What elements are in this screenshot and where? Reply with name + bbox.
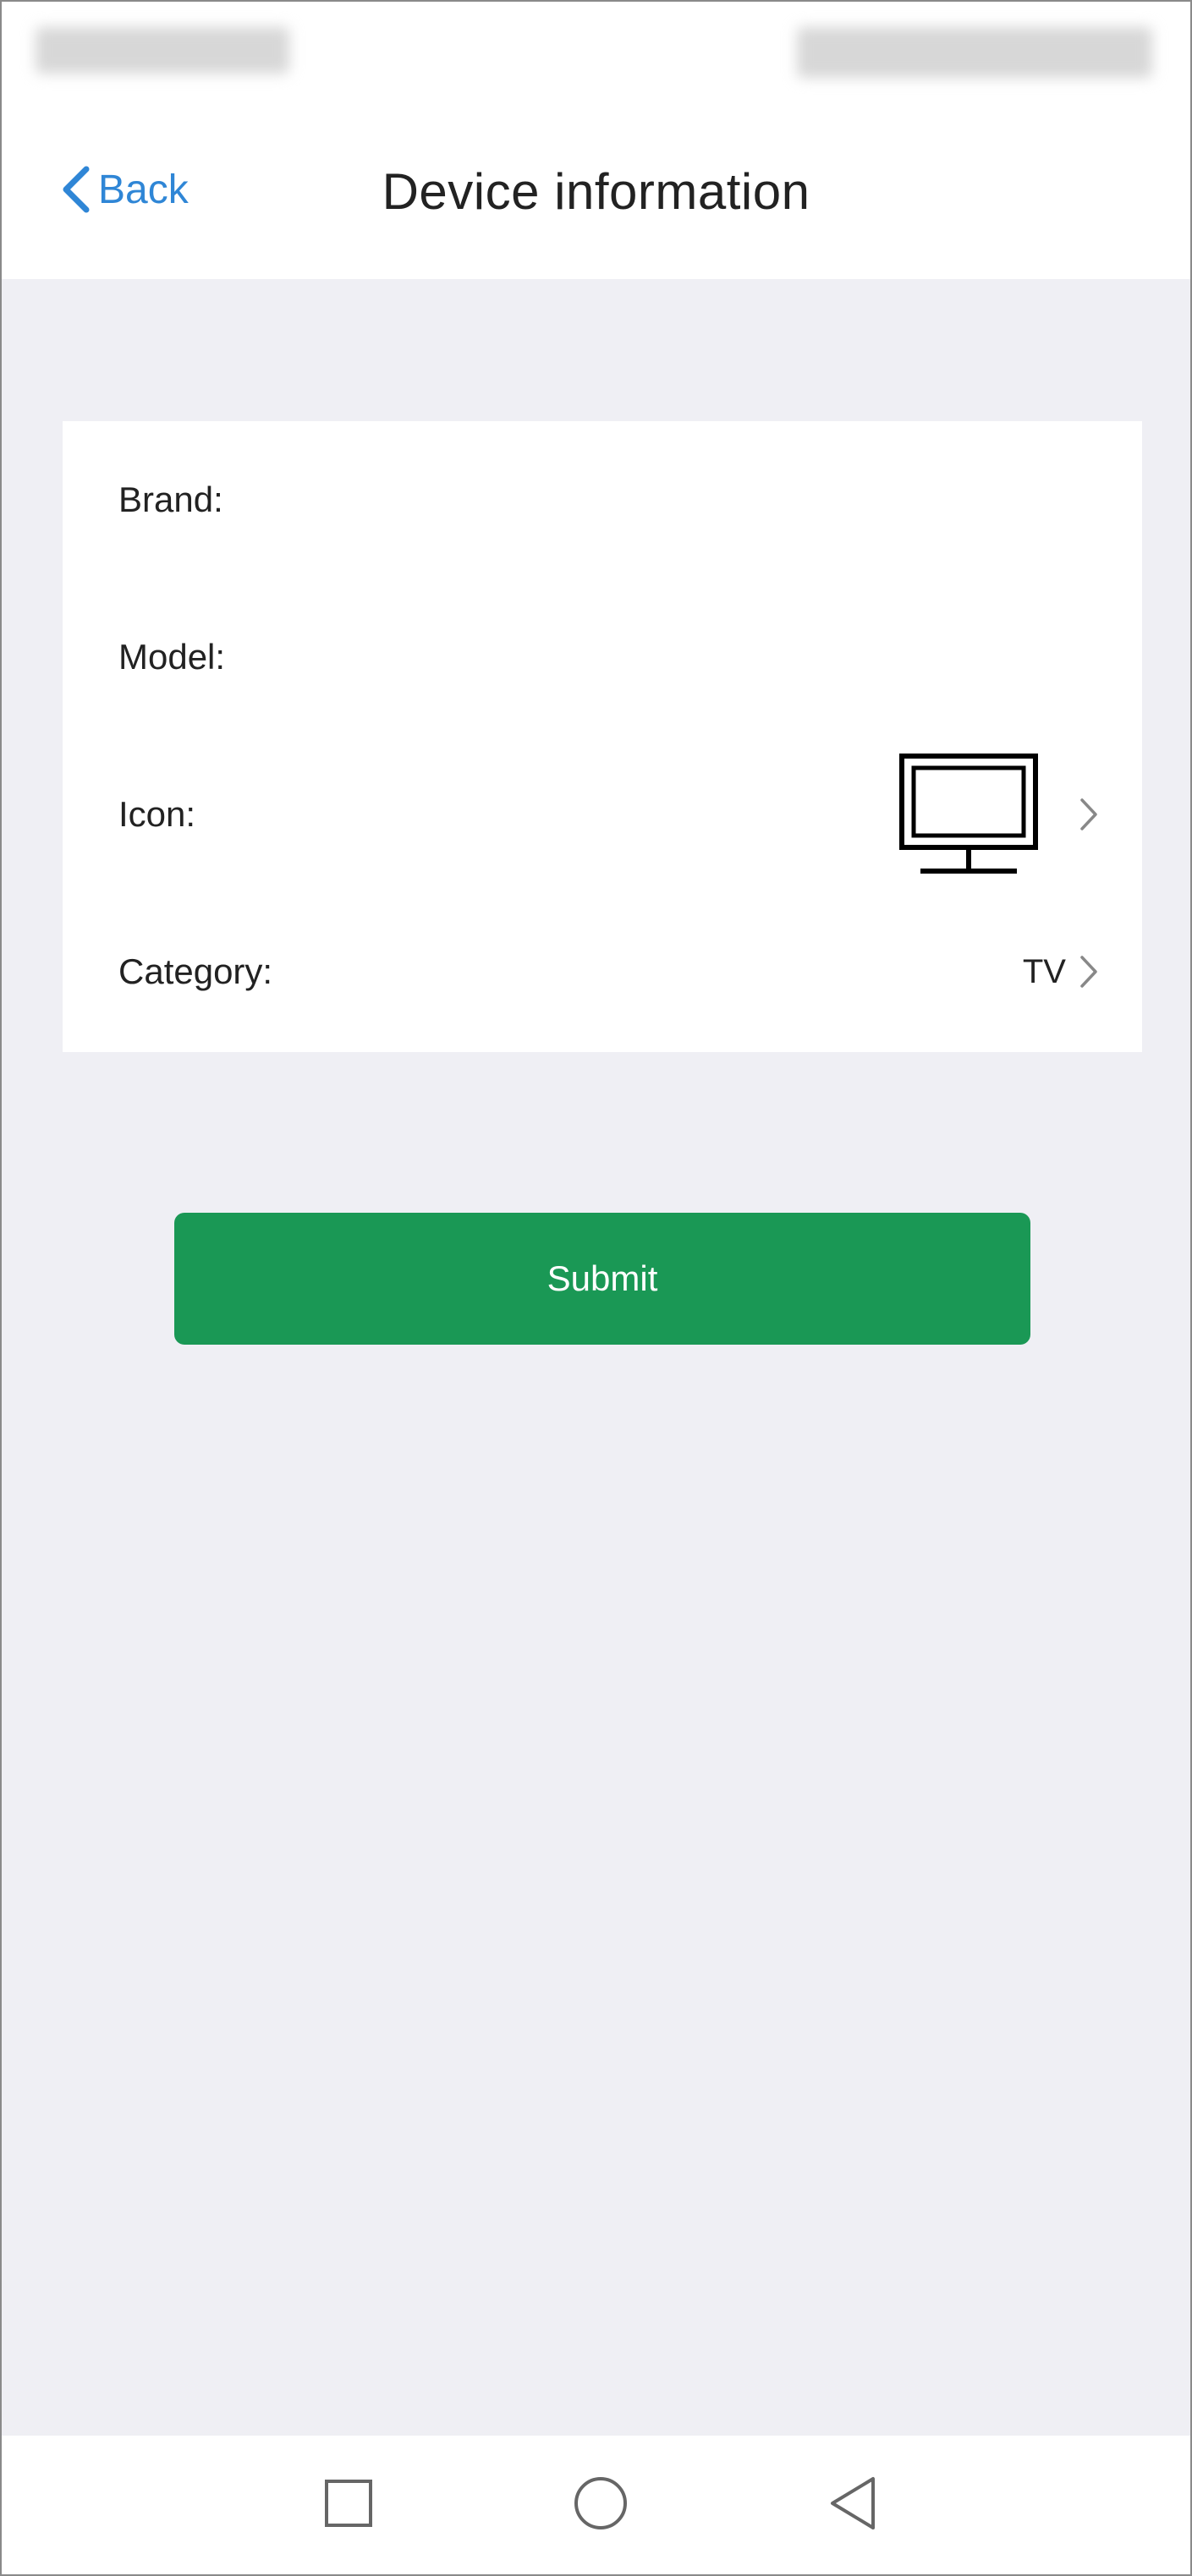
back-icon[interactable] [819, 2469, 887, 2537]
brand-row[interactable]: Brand: [63, 421, 1142, 578]
category-value: TV [1022, 952, 1066, 990]
model-label: Model: [118, 637, 226, 677]
home-icon[interactable] [567, 2469, 634, 2537]
icon-selector[interactable] [897, 751, 1100, 878]
recent-apps-icon[interactable] [315, 2469, 382, 2537]
chevron-right-icon [1078, 952, 1100, 991]
icon-row[interactable]: Icon: [63, 736, 1142, 893]
category-selector[interactable]: TV [1023, 952, 1100, 991]
status-bar-right-blurred [797, 27, 1152, 78]
navigation-header: Back Device information [2, 95, 1190, 279]
brand-label: Brand: [118, 480, 223, 519]
app-screen: Back Device information Brand: Model: Ic… [0, 0, 1192, 2576]
tv-icon [897, 751, 1041, 878]
system-navigation-bar [2, 2436, 1190, 2574]
status-bar [2, 2, 1190, 95]
icon-label: Icon: [118, 794, 196, 834]
page-title: Device information [382, 163, 810, 220]
model-row[interactable]: Model: [63, 578, 1142, 736]
chevron-right-icon [1078, 795, 1100, 834]
device-info-card: Brand: Model: Icon: Category: TV [63, 421, 1142, 1052]
category-row[interactable]: Category: TV [63, 893, 1142, 1050]
submit-button[interactable]: Submit [174, 1213, 1030, 1345]
category-label: Category: [118, 951, 273, 991]
status-bar-left-blurred [36, 27, 289, 74]
